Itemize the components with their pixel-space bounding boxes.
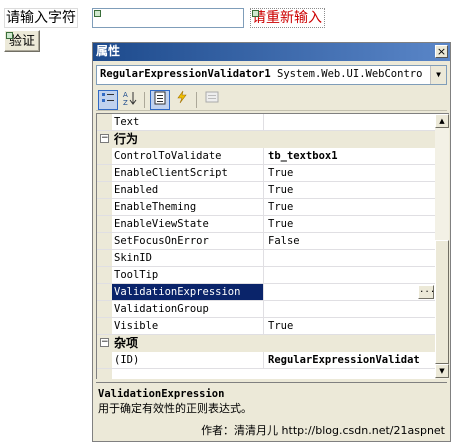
prompt-label: 请输入字符 — [4, 8, 78, 28]
scroll-up-icon[interactable]: ▲ — [435, 114, 449, 128]
description-title: ValidationExpression — [98, 388, 225, 400]
properties-window: 属性 × RegularExpressionValidator1 System.… — [92, 42, 451, 442]
category-header[interactable]: − 行为 — [97, 131, 435, 148]
property-row[interactable]: EnableTheming True — [97, 199, 435, 216]
object-type: System.Web.UI.WebContro — [277, 68, 423, 80]
property-name[interactable]: (ID) — [112, 352, 264, 368]
property-name[interactable]: EnableViewState — [112, 216, 264, 232]
property-value[interactable]: True — [265, 318, 435, 334]
designer-glyph-icon — [6, 32, 13, 39]
property-value[interactable]: tb_textbox1 — [265, 148, 435, 164]
property-value[interactable]: True — [265, 182, 435, 198]
vertical-scrollbar[interactable]: ▲ ▼ — [435, 113, 449, 379]
property-value[interactable] — [265, 114, 435, 130]
property-row[interactable]: Enabled True — [97, 182, 435, 199]
categorized-icon[interactable] — [98, 90, 118, 110]
property-value[interactable]: False — [265, 233, 435, 249]
property-name[interactable]: SkinID — [112, 250, 264, 266]
property-name[interactable]: Text — [112, 114, 264, 130]
error-text: 请重新输入 — [252, 10, 322, 26]
properties-title: 属性 — [96, 44, 121, 58]
object-selector[interactable]: RegularExpressionValidator1 System.Web.U… — [96, 65, 447, 85]
property-grid: Text − 行为 ControlToValidate tb_textbox1 Enabl… — [96, 113, 435, 379]
property-value[interactable] — [265, 301, 435, 317]
property-value[interactable]: RegularExpressionValidat — [265, 352, 435, 368]
svg-text:A: A — [123, 91, 128, 99]
property-value[interactable]: True — [265, 216, 435, 232]
property-name[interactable]: EnableTheming — [112, 199, 264, 215]
property-row[interactable]: ValidationGroup — [97, 301, 435, 318]
verify-button[interactable]: 验证 — [4, 30, 41, 52]
designer-glyph-icon — [252, 10, 259, 17]
property-name[interactable]: Enabled — [112, 182, 264, 198]
collapse-icon[interactable]: − — [100, 338, 109, 347]
property-row[interactable]: EnableClientScript True — [97, 165, 435, 182]
property-name[interactable]: EnableClientScript — [112, 165, 264, 181]
designer-glyph-icon — [94, 10, 101, 17]
property-row[interactable]: EnableViewState True — [97, 216, 435, 233]
property-value[interactable] — [265, 267, 435, 283]
category-label: 杂项 — [114, 336, 139, 350]
property-value[interactable] — [265, 250, 435, 266]
close-icon[interactable]: × — [435, 45, 448, 58]
category-label: 行为 — [114, 132, 139, 146]
property-row[interactable]: Visible True — [97, 318, 435, 335]
properties-titlebar[interactable]: 属性 × — [93, 43, 450, 61]
property-pages-icon[interactable] — [202, 90, 222, 110]
text-input[interactable] — [92, 8, 244, 28]
scrollbar-thumb[interactable] — [435, 240, 449, 364]
property-value[interactable]: True — [265, 165, 435, 181]
property-name[interactable]: SetFocusOnError — [112, 233, 264, 249]
category-header[interactable]: − 杂项 — [97, 335, 435, 352]
chevron-down-icon[interactable]: ▼ — [430, 66, 446, 84]
property-row[interactable]: Text — [97, 114, 435, 131]
properties-icon[interactable] — [150, 90, 170, 110]
validator-error-message[interactable]: 请重新输入 — [250, 8, 325, 28]
property-row[interactable]: ValidationExpression... — [97, 284, 435, 301]
property-name[interactable]: ControlToValidate — [112, 148, 264, 164]
author-credit: 作者：清清月儿 http://blog.csdn.net/21aspnet — [201, 424, 445, 437]
ellipsis-button[interactable]: ... — [418, 285, 435, 299]
property-name[interactable]: ToolTip — [112, 267, 264, 283]
object-name: RegularExpressionValidator1 — [100, 68, 271, 80]
properties-toolbar: AZ — [96, 89, 447, 111]
property-value[interactable] — [265, 284, 435, 300]
property-row[interactable]: SetFocusOnError False — [97, 233, 435, 250]
property-row[interactable]: ToolTip — [97, 267, 435, 284]
toolbar-separator — [144, 92, 145, 108]
property-name[interactable]: ValidationGroup — [112, 301, 264, 317]
scroll-down-icon[interactable]: ▼ — [435, 364, 449, 378]
alphabetical-icon[interactable]: AZ — [120, 90, 140, 110]
toolbar-separator — [196, 92, 197, 108]
property-name[interactable]: Visible — [112, 318, 264, 334]
property-row[interactable]: (ID) RegularExpressionValidat — [97, 352, 435, 369]
description-text: 用于确定有效性的正则表达式。 — [98, 402, 252, 415]
svg-text:Z: Z — [123, 99, 128, 106]
collapse-icon[interactable]: − — [100, 134, 109, 143]
property-row[interactable]: SkinID — [97, 250, 435, 267]
property-value[interactable]: True — [265, 199, 435, 215]
property-row[interactable]: ControlToValidate tb_textbox1 — [97, 148, 435, 165]
events-icon[interactable] — [172, 90, 192, 110]
property-name[interactable]: ValidationExpression — [112, 284, 264, 300]
